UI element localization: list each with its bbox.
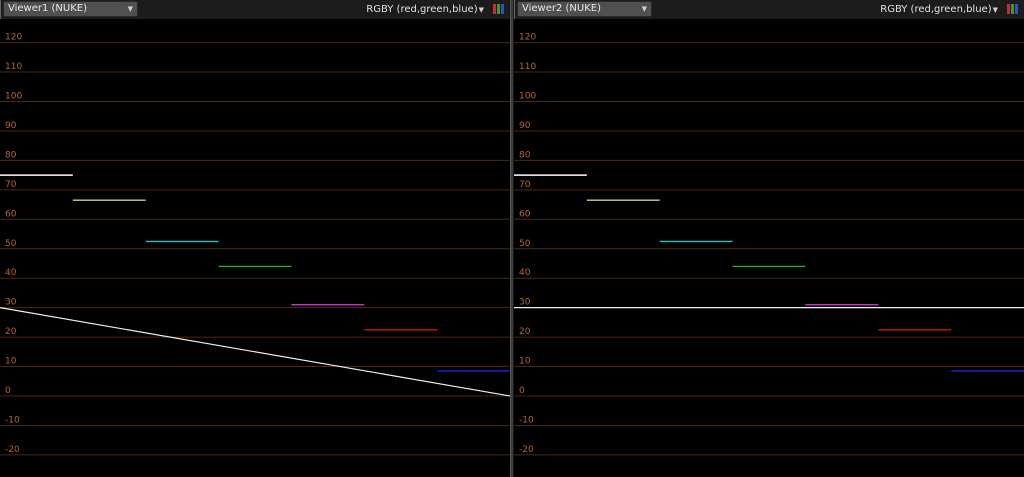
rgb-bars-icon[interactable] [493,3,506,15]
chevron-down-icon: ▼ [478,6,484,14]
axis-tick-label: 100 [519,92,536,102]
viewer-select-label: Viewer1 (NUKE) [8,3,88,14]
channel-select-label: RGBY (red,green,blue) [366,4,478,15]
plot-canvas[interactable]: 1201101009080706050403020100-10-20 [0,19,510,477]
axis-tick-label: -20 [5,445,20,455]
channel-select-label: RGBY (red,green,blue) [880,4,992,15]
curve-plot[interactable]: 120 110 100 90 80 70 60 50 40 30 20 10 0 -10 -20 [514,19,1024,477]
axis-tick-label: -10 [5,415,20,425]
axis-tick-label: 90 [519,121,531,131]
axis-tick-label: 40 [519,268,531,278]
toolbar-edge [0,0,1,19]
axis-tick-label: 110 [5,62,22,72]
axis-tick-label: 30 [519,298,531,308]
axis-tick-label: -20 [519,445,534,455]
axis-tick-label: 40 [5,268,17,278]
viewer-toolbar: Viewer1 (NUKE) ▼ RGBY (red,green,blue)▼ [0,0,510,19]
viewer-select[interactable]: Viewer1 (NUKE) ▼ [3,1,138,17]
curve-plot[interactable]: 120 110 100 90 80 70 60 50 40 30 20 10 0 -10 -20 [0,19,510,477]
plot-canvas[interactable]: 1201101009080706050403020100-10-20 [514,19,1024,477]
viewer-select[interactable]: Viewer2 (NUKE) ▼ [517,1,652,17]
axis-tick-label: 80 [519,150,531,160]
axis-tick-label: 30 [5,298,17,308]
axis-tick-label: 10 [5,357,17,367]
axis-tick-label: 70 [5,180,17,190]
chevron-down-icon: ▼ [127,5,133,13]
viewer-select-label: Viewer2 (NUKE) [522,3,602,14]
axis-tick-label: 20 [5,327,17,337]
chevron-down-icon: ▼ [992,6,998,14]
axis-tick-label: 0 [519,386,525,396]
viewer-toolbar: Viewer2 (NUKE) ▼ RGBY (red,green,blue)▼ [514,0,1024,19]
axis-tick-label: 100 [5,92,22,102]
viewer-panel-1: Viewer1 (NUKE) ▼ RGBY (red,green,blue)▼ … [0,0,510,477]
axis-tick-label: 60 [519,209,531,219]
axis-tick-label: 120 [5,33,22,43]
toolbar-edge [514,0,515,19]
guide-line [0,307,510,397]
axis-tick-label: 70 [519,180,531,190]
axis-tick-label: 20 [519,327,531,337]
axis-tick-label: 80 [5,150,17,160]
axis-tick-label: -10 [519,415,534,425]
axis-tick-label: 50 [5,239,17,249]
chevron-down-icon: ▼ [641,5,647,13]
axis-tick-label: 0 [5,386,11,396]
viewer-panel-2: Viewer2 (NUKE) ▼ RGBY (red,green,blue)▼ … [514,0,1024,477]
channel-select[interactable]: RGBY (red,green,blue)▼ [366,0,484,19]
rgb-bars-icon[interactable] [1007,3,1020,15]
axis-tick-label: 110 [519,62,536,72]
axis-tick-label: 120 [519,33,536,43]
axis-tick-label: 50 [519,239,531,249]
channel-select[interactable]: RGBY (red,green,blue)▼ [880,0,998,19]
axis-tick-label: 90 [5,121,17,131]
axis-tick-label: 10 [519,357,531,367]
axis-tick-label: 60 [5,209,17,219]
